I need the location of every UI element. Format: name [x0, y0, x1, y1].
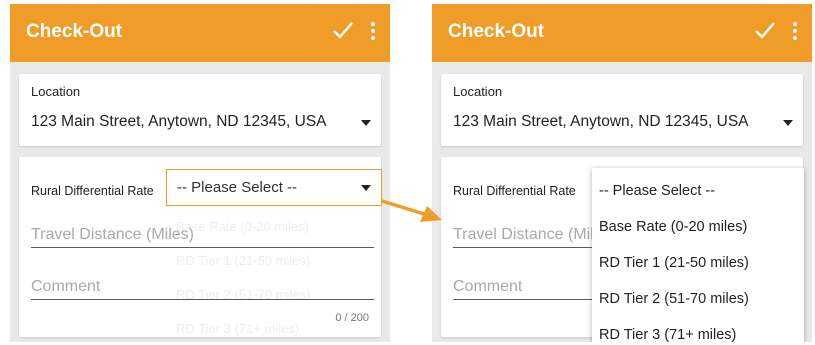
option-please-select[interactable]: -- Please Select -- — [599, 183, 715, 199]
rural-differential-rate-select[interactable]: -- Please Select -- — [166, 169, 382, 206]
more-vertical-icon[interactable] — [368, 19, 378, 43]
ghost-option-base-rate: Base Rate (0-20 miles) — [176, 219, 309, 234]
travel-distance-underline — [31, 247, 374, 248]
chevron-down-icon — [361, 185, 371, 191]
option-rd-tier-2[interactable]: RD Tier 2 (51-70 miles) — [599, 291, 749, 307]
app-bar: Check-Out — [10, 4, 390, 62]
rate-select-value: -- Please Select -- — [177, 179, 298, 196]
rural-differential-rate-label: Rural Differential Rate — [31, 184, 154, 198]
location-value: 123 Main Street, Anytown, ND 12345, USA — [31, 113, 327, 130]
comment-input[interactable]: Comment — [31, 278, 100, 296]
page-title: Check-Out — [26, 21, 123, 42]
comment-char-counter: 0 / 200 — [335, 312, 369, 324]
ghost-option-rd-tier-3: RD Tier 3 (71+ miles) — [176, 321, 300, 336]
check-icon[interactable] — [332, 19, 354, 46]
location-label: Location — [31, 84, 81, 99]
location-card: Location 123 Main Street, Anytown, ND 12… — [19, 74, 381, 146]
comment-input[interactable]: Comment — [453, 278, 522, 296]
chevron-down-icon — [783, 120, 793, 126]
more-vertical-icon[interactable] — [790, 19, 800, 43]
check-out-screen-after: Check-Out Location 123 Main Street, Anyt… — [432, 4, 812, 342]
transition-arrow-icon — [381, 199, 442, 222]
option-rd-tier-3[interactable]: RD Tier 3 (71+ miles) — [599, 327, 736, 342]
page-title: Check-Out — [448, 21, 545, 42]
travel-distance-input[interactable]: Travel Distance (Miles) — [31, 226, 194, 244]
check-icon[interactable] — [754, 19, 776, 46]
comment-underline — [31, 299, 374, 300]
location-label: Location — [453, 84, 503, 99]
rural-differential-rate-label: Rural Differential Rate — [453, 184, 576, 198]
option-rd-tier-1[interactable]: RD Tier 1 (21-50 miles) — [599, 255, 749, 271]
app-bar: Check-Out — [432, 4, 812, 62]
check-out-screen-before: Check-Out Location 123 Main Street, Anyt… — [10, 4, 390, 342]
option-base-rate[interactable]: Base Rate (0-20 miles) — [599, 219, 747, 235]
ghost-option-rd-tier-1: RD Tier 1 (21-50 miles) — [176, 253, 311, 268]
rate-options-dropdown: -- Please Select -- Base Rate (0-20 mile… — [592, 168, 804, 342]
location-value: 123 Main Street, Anytown, ND 12345, USA — [453, 113, 749, 130]
chevron-down-icon — [361, 120, 371, 126]
location-card: Location 123 Main Street, Anytown, ND 12… — [441, 74, 803, 146]
details-card: Rural Differential Rate -- Please Select… — [19, 157, 382, 337]
